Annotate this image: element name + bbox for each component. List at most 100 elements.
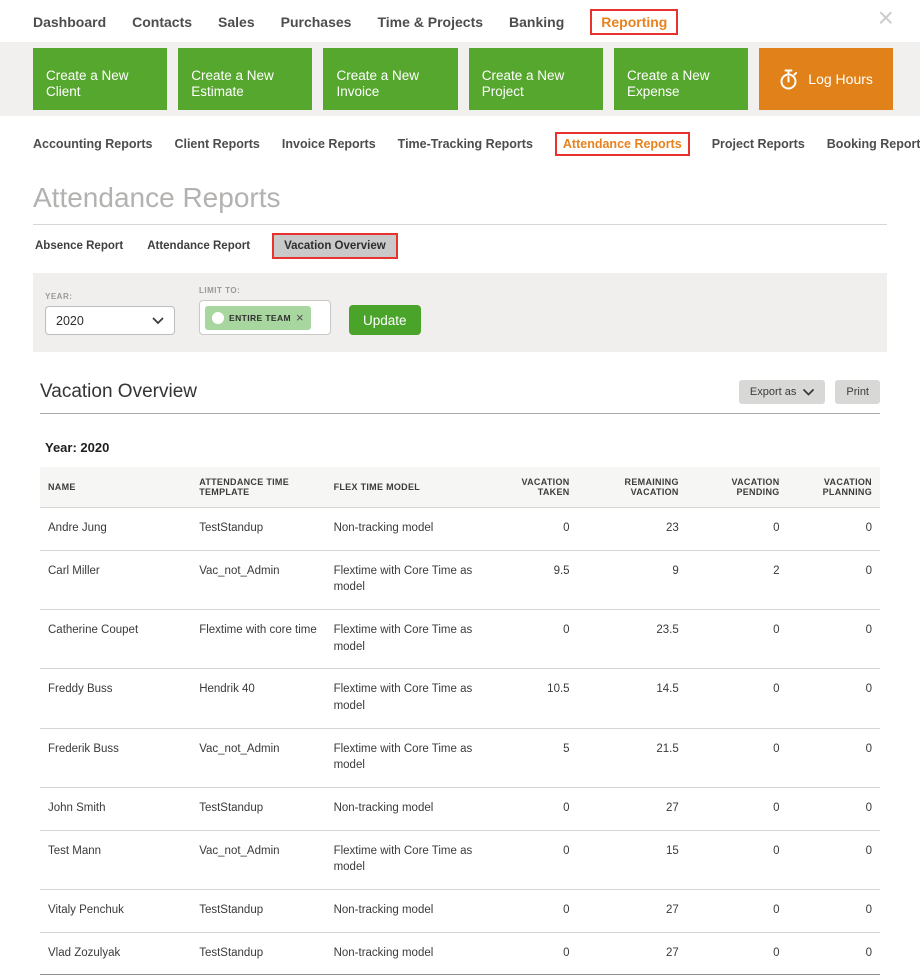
section-actions: Export as Print bbox=[739, 380, 880, 404]
col-vacation-planning: VACATION PLANNING bbox=[788, 467, 880, 508]
cell-remaining-vacation: 9 bbox=[578, 550, 687, 609]
close-icon[interactable]: × bbox=[878, 4, 894, 32]
cell-name: Andre Jung bbox=[40, 508, 191, 551]
year-select[interactable]: 2020 bbox=[45, 306, 175, 335]
cell-vacation-taken: 0 bbox=[485, 610, 577, 669]
cell-vacation-taken: 5 bbox=[485, 728, 577, 787]
create-client-button[interactable]: Create a New Client bbox=[33, 48, 167, 110]
create-invoice-button[interactable]: Create a New Invoice bbox=[323, 48, 457, 110]
reports-nav: Accounting Reports Client Reports Invoic… bbox=[0, 116, 920, 168]
limit-to-input[interactable]: ENTIRE TEAM × bbox=[199, 300, 331, 335]
reports-nav-accounting[interactable]: Accounting Reports bbox=[33, 137, 152, 151]
cell-vacation-planning: 0 bbox=[788, 728, 880, 787]
year-summary: Year: 2020 bbox=[45, 440, 880, 455]
nav-item-contacts[interactable]: Contacts bbox=[132, 14, 192, 30]
year-label: YEAR: bbox=[45, 292, 175, 301]
nav-item-reporting[interactable]: Reporting bbox=[590, 9, 678, 35]
quick-actions-bar: Create a New Client Create a New Estimat… bbox=[0, 42, 920, 116]
nav-item-banking[interactable]: Banking bbox=[509, 14, 564, 30]
cell-vacation-pending: 0 bbox=[687, 728, 788, 787]
cell-remaining-vacation: 14.5 bbox=[578, 669, 687, 728]
nav-item-dashboard[interactable]: Dashboard bbox=[33, 14, 106, 30]
page-title: Attendance Reports bbox=[33, 182, 887, 214]
cell-remaining-vacation: 27 bbox=[578, 932, 687, 975]
tab-absence-report[interactable]: Absence Report bbox=[33, 235, 125, 257]
col-attendance-template: ATTENDANCE TIME TEMPLATE bbox=[191, 467, 325, 508]
table-row: Frederik Buss Vac_not_Admin Flextime wit… bbox=[40, 728, 880, 787]
cell-remaining-vacation: 23.5 bbox=[578, 610, 687, 669]
cell-name: Test Mann bbox=[40, 830, 191, 889]
export-as-label: Export as bbox=[750, 386, 796, 398]
cell-name: Vitaly Penchuk bbox=[40, 890, 191, 933]
create-estimate-button[interactable]: Create a New Estimate bbox=[178, 48, 312, 110]
year-filter-group: YEAR: 2020 bbox=[45, 292, 175, 335]
section-title: Vacation Overview bbox=[40, 381, 197, 403]
update-button[interactable]: Update bbox=[349, 305, 421, 335]
cell-remaining-vacation: 15 bbox=[578, 830, 687, 889]
cell-vacation-taken: 0 bbox=[485, 932, 577, 975]
chevron-down-icon bbox=[152, 312, 164, 330]
section-header: Vacation Overview Export as Print bbox=[40, 380, 880, 404]
section-divider bbox=[40, 413, 880, 414]
cell-vacation-taken: 0 bbox=[485, 830, 577, 889]
col-remaining-vacation: REMAINING VACATION bbox=[578, 467, 687, 508]
stopwatch-icon bbox=[779, 69, 798, 90]
log-hours-button[interactable]: Log Hours bbox=[759, 48, 893, 110]
reports-nav-project[interactable]: Project Reports bbox=[712, 137, 805, 151]
col-name: NAME bbox=[40, 467, 191, 508]
limit-to-label: LIMIT TO: bbox=[199, 286, 331, 295]
team-dot-icon bbox=[212, 312, 224, 324]
reports-nav-client[interactable]: Client Reports bbox=[174, 137, 259, 151]
table-row: Vitaly Penchuk TestStandup Non-tracking … bbox=[40, 890, 880, 933]
nav-item-time-projects[interactable]: Time & Projects bbox=[377, 14, 483, 30]
vacation-table: NAME ATTENDANCE TIME TEMPLATE FLEX TIME … bbox=[40, 467, 880, 975]
entire-team-tag-label: ENTIRE TEAM bbox=[229, 313, 291, 323]
cell-remaining-vacation: 23 bbox=[578, 508, 687, 551]
table-row: Freddy Buss Hendrik 40 Flextime with Cor… bbox=[40, 669, 880, 728]
cell-name: Freddy Buss bbox=[40, 669, 191, 728]
remove-tag-icon[interactable]: × bbox=[296, 311, 304, 324]
nav-item-purchases[interactable]: Purchases bbox=[281, 14, 352, 30]
cell-flex-model: Non-tracking model bbox=[326, 932, 486, 975]
reports-nav-invoice[interactable]: Invoice Reports bbox=[282, 137, 376, 151]
export-as-button[interactable]: Export as bbox=[739, 380, 825, 404]
tab-attendance-report[interactable]: Attendance Report bbox=[145, 235, 252, 257]
report-tabs: Absence Report Attendance Report Vacatio… bbox=[33, 233, 887, 259]
reports-nav-attendance[interactable]: Attendance Reports bbox=[555, 132, 690, 156]
chevron-down-icon bbox=[803, 389, 814, 396]
table-row: Vlad Zozulyak TestStandup Non-tracking m… bbox=[40, 932, 880, 975]
create-expense-button[interactable]: Create a New Expense bbox=[614, 48, 748, 110]
year-select-value: 2020 bbox=[56, 314, 84, 328]
cell-name: Vlad Zozulyak bbox=[40, 932, 191, 975]
print-button[interactable]: Print bbox=[835, 380, 880, 404]
table-row: Carl Miller Vac_not_Admin Flextime with … bbox=[40, 550, 880, 609]
cell-flex-model: Non-tracking model bbox=[326, 890, 486, 933]
cell-vacation-planning: 0 bbox=[788, 830, 880, 889]
reports-nav-booking[interactable]: Booking Reports bbox=[827, 137, 920, 151]
tab-vacation-overview[interactable]: Vacation Overview bbox=[272, 233, 398, 259]
cell-template: Flextime with core time bbox=[191, 610, 325, 669]
cell-vacation-pending: 0 bbox=[687, 932, 788, 975]
cell-remaining-vacation: 21.5 bbox=[578, 728, 687, 787]
reports-nav-time-tracking[interactable]: Time-Tracking Reports bbox=[398, 137, 533, 151]
cell-vacation-planning: 0 bbox=[788, 550, 880, 609]
cell-vacation-pending: 0 bbox=[687, 508, 788, 551]
table-row: Catherine Coupet Flextime with core time… bbox=[40, 610, 880, 669]
cell-vacation-taken: 0 bbox=[485, 508, 577, 551]
table-row: Andre Jung TestStandup Non-tracking mode… bbox=[40, 508, 880, 551]
cell-template: Hendrik 40 bbox=[191, 669, 325, 728]
cell-name: Catherine Coupet bbox=[40, 610, 191, 669]
cell-flex-model: Flextime with Core Time as model bbox=[326, 728, 486, 787]
cell-template: TestStandup bbox=[191, 890, 325, 933]
nav-item-sales[interactable]: Sales bbox=[218, 14, 255, 30]
cell-flex-model: Flextime with Core Time as model bbox=[326, 610, 486, 669]
cell-flex-model: Flextime with Core Time as model bbox=[326, 550, 486, 609]
cell-vacation-pending: 0 bbox=[687, 830, 788, 889]
cell-vacation-pending: 2 bbox=[687, 550, 788, 609]
create-project-button[interactable]: Create a New Project bbox=[469, 48, 603, 110]
cell-vacation-taken: 9.5 bbox=[485, 550, 577, 609]
main-nav: Dashboard Contacts Sales Purchases Time … bbox=[0, 0, 920, 42]
table-header: NAME ATTENDANCE TIME TEMPLATE FLEX TIME … bbox=[40, 467, 880, 508]
limit-filter-group: LIMIT TO: ENTIRE TEAM × bbox=[199, 286, 331, 335]
cell-vacation-planning: 0 bbox=[788, 508, 880, 551]
